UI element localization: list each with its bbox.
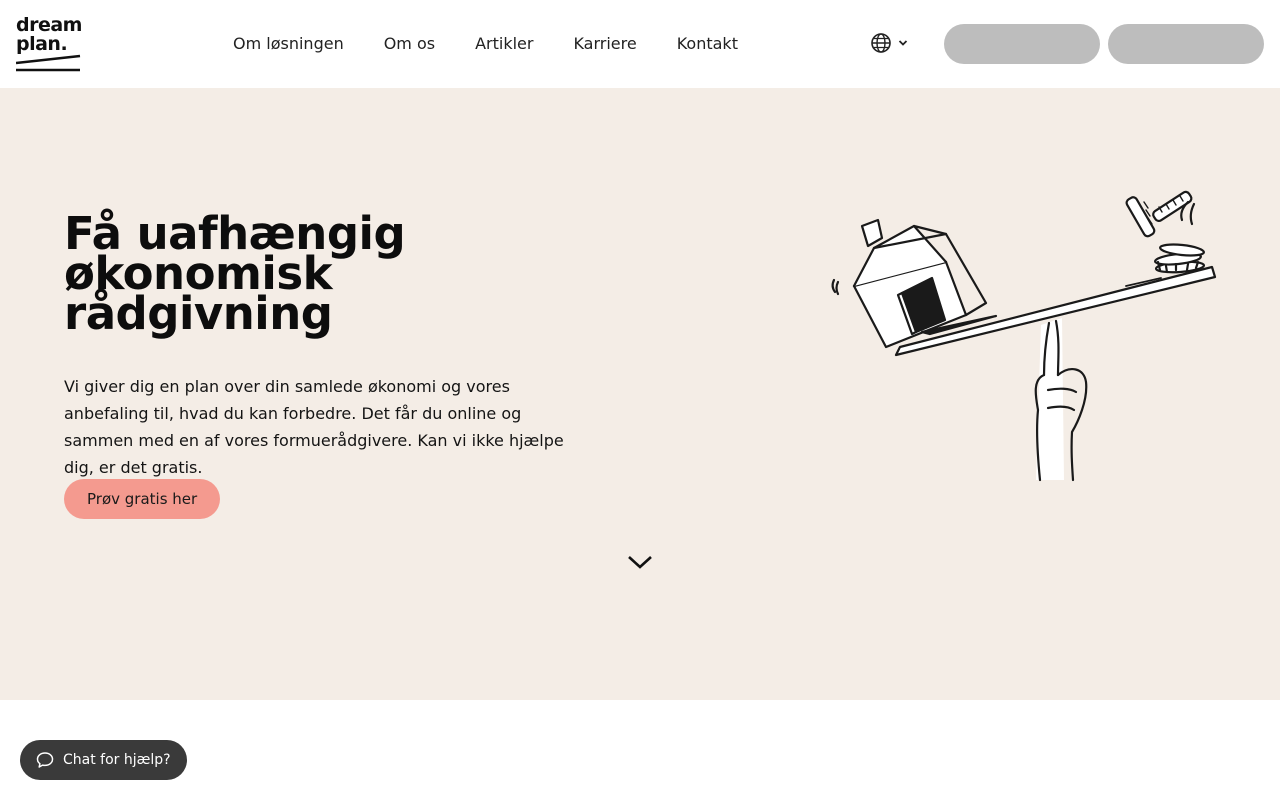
logo-underline-graphic: [16, 54, 81, 72]
chat-button[interactable]: Chat for hjælp?: [20, 740, 187, 780]
hero-section: Få uafhængig økonomisk rådgivning Vi giv…: [0, 88, 1280, 700]
globe-icon: [871, 33, 891, 53]
logo-line-2: plan.: [16, 33, 68, 55]
chat-label: Chat for hjælp?: [63, 752, 171, 768]
hero-title: Få uafhængig økonomisk rådgivning: [64, 211, 524, 340]
site-header: dream plan. Om løsningen Om os Artikler …: [0, 0, 1280, 88]
nav-item-om-os[interactable]: Om os: [384, 33, 435, 55]
logo[interactable]: dream plan.: [16, 16, 86, 74]
nav-item-karriere[interactable]: Karriere: [573, 33, 636, 55]
nav-item-artikler[interactable]: Artikler: [475, 33, 533, 55]
seesaw-house-coins-illustration: [831, 190, 1217, 482]
language-selector[interactable]: [870, 32, 908, 54]
nav-item-kontakt[interactable]: Kontakt: [677, 33, 738, 55]
main-nav: Om løsningen Om os Artikler Karriere Kon…: [233, 33, 778, 55]
hero-description: Vi giver dig en plan over din samlede øk…: [64, 377, 564, 477]
chevron-down-icon: [898, 40, 908, 46]
header-button-2[interactable]: [1108, 24, 1264, 64]
try-free-button[interactable]: Prøv gratis her: [64, 479, 221, 519]
header-button-1[interactable]: [944, 24, 1100, 64]
hero-title-line: rådgivning: [64, 287, 333, 340]
chevron-down-icon[interactable]: [627, 553, 653, 571]
nav-item-om-loesningen[interactable]: Om løsningen: [233, 33, 344, 55]
chat-bubble-icon: [36, 752, 54, 768]
